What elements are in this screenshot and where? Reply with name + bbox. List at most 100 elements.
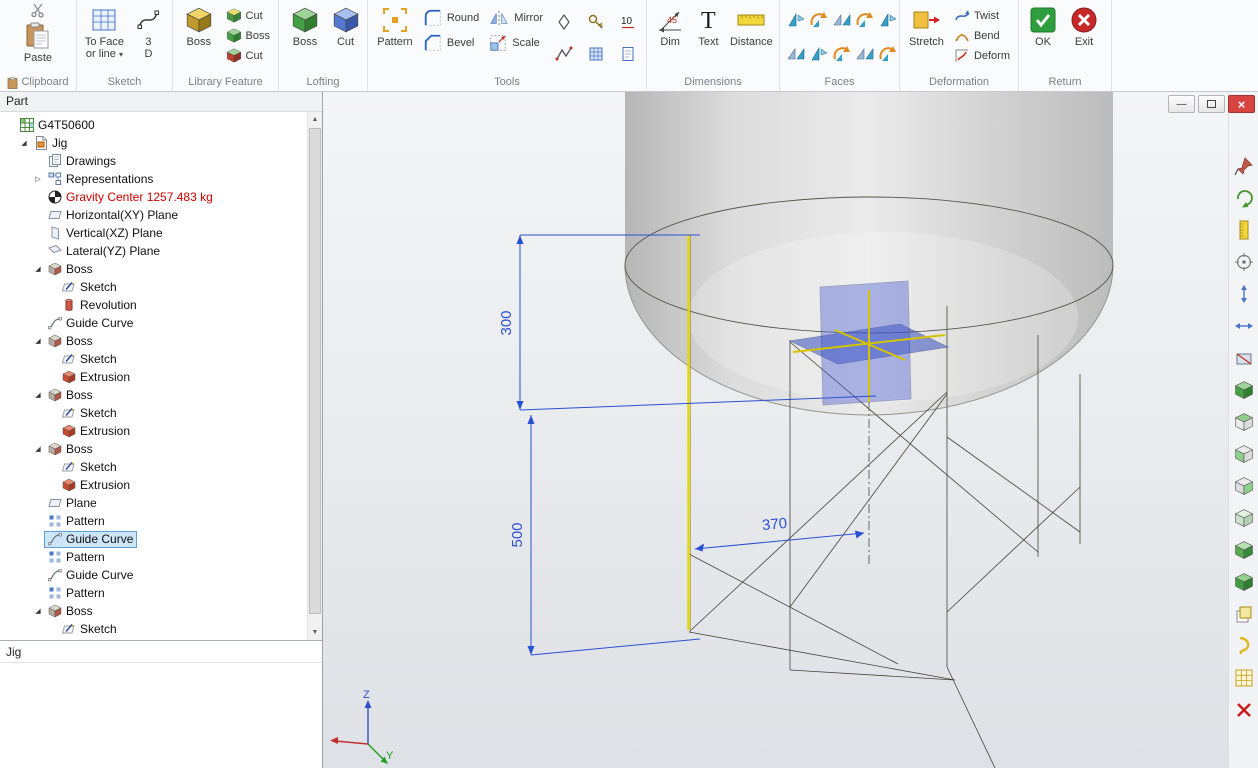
- tree-collapse-arrow-icon[interactable]: ◢: [32, 391, 44, 399]
- twist-button[interactable]: Twist: [951, 7, 1013, 24]
- bend-button[interactable]: Bend: [951, 27, 1013, 44]
- scroll-up-button[interactable]: ▲: [308, 112, 322, 127]
- scale-button[interactable]: Scale: [485, 34, 546, 51]
- key-icon[interactable]: [585, 11, 607, 33]
- pattern-button[interactable]: Pattern: [373, 2, 417, 48]
- view-cube-front-icon[interactable]: [1232, 442, 1256, 466]
- tree-item-gravity-center-1257-483-kg[interactable]: Gravity Center 1257.483 kg: [0, 188, 307, 206]
- tree-item-boss[interactable]: ◢Boss: [0, 332, 307, 350]
- tree-collapse-arrow-icon[interactable]: ◢: [32, 607, 44, 615]
- view-cube-solid-icon[interactable]: [1232, 378, 1256, 402]
- feature-tree[interactable]: G4T50600◢JigDrawings▷RepresentationsGrav…: [0, 112, 307, 640]
- shaded-cube-icon[interactable]: [1232, 570, 1256, 594]
- offset-face-icon[interactable]: [854, 9, 876, 31]
- scroll-down-button[interactable]: ▼: [308, 625, 322, 640]
- rotate-face-icon[interactable]: [831, 9, 853, 31]
- tree-item-extrusion[interactable]: Extrusion: [0, 368, 307, 386]
- tree-item-sketch[interactable]: Sketch: [0, 278, 307, 296]
- center-mark-icon[interactable]: [1232, 250, 1256, 274]
- delete-face-icon[interactable]: [808, 9, 830, 31]
- distance-button[interactable]: Distance: [729, 2, 774, 48]
- library-boss-button[interactable]: Boss: [178, 2, 220, 48]
- tree-item-pattern[interactable]: Pattern: [0, 548, 307, 566]
- tree-item-sketch[interactable]: Sketch: [0, 458, 307, 476]
- match-face-icon[interactable]: [831, 43, 853, 65]
- lofting-cut-button[interactable]: Cut: [329, 2, 362, 48]
- paste-button[interactable]: Paste: [15, 18, 61, 64]
- round-button[interactable]: Round: [420, 9, 482, 26]
- view-cube-iso-icon[interactable]: [1232, 506, 1256, 530]
- tree-item-pattern[interactable]: Pattern: [0, 512, 307, 530]
- dim-button[interactable]: 45 Dim: [652, 2, 688, 48]
- tree-expand-arrow-icon[interactable]: ▷: [32, 175, 44, 183]
- ruler-icon[interactable]: [1232, 218, 1256, 242]
- tree-scrollbar[interactable]: ▲ ▼: [307, 112, 322, 640]
- tree-item-vertical-xz-plane[interactable]: Vertical(XZ) Plane: [0, 224, 307, 242]
- replace-face-icon[interactable]: [877, 9, 899, 31]
- minimize-button[interactable]: —: [1168, 95, 1195, 113]
- grid-project-icon[interactable]: [585, 43, 607, 65]
- pin-icon[interactable]: [1232, 154, 1256, 178]
- tree-item-pattern[interactable]: Pattern: [0, 584, 307, 602]
- viewport-3d-scene[interactable]: 300 500 370 Z: [323, 92, 1258, 768]
- measure-horizontal-icon[interactable]: [1232, 314, 1256, 338]
- library-cut-button[interactable]: Cut: [223, 7, 273, 24]
- tree-collapse-arrow-icon[interactable]: ◢: [32, 337, 44, 345]
- scrollbar-thumb[interactable]: [309, 128, 321, 614]
- measure-vertical-icon[interactable]: [1232, 282, 1256, 306]
- delete-red-icon[interactable]: [1232, 698, 1256, 722]
- decimal-precision-icon[interactable]: 10: [617, 11, 639, 33]
- tree-collapse-arrow-icon[interactable]: ◢: [18, 139, 30, 147]
- tree-item-sketch[interactable]: Sketch: [0, 620, 307, 638]
- tree-item-plane[interactable]: Plane: [0, 494, 307, 512]
- layers-icon[interactable]: [1232, 602, 1256, 626]
- tree-item-drawings[interactable]: Drawings: [0, 152, 307, 170]
- view-cube-side-icon[interactable]: [1232, 474, 1256, 498]
- ok-button[interactable]: OK: [1024, 2, 1062, 48]
- tree-item-g4t50600[interactable]: G4T50600: [0, 116, 307, 134]
- tree-item-extrusion[interactable]: Extrusion: [0, 476, 307, 494]
- tree-item-lateral-yz-plane[interactable]: Lateral(YZ) Plane: [0, 242, 307, 260]
- snap-cube-icon[interactable]: [1232, 538, 1256, 562]
- tree-item-boss[interactable]: ◢Boss: [0, 260, 307, 278]
- tree-item-boss[interactable]: ◢Boss: [0, 386, 307, 404]
- tree-item-jig[interactable]: ◢Jig: [0, 134, 307, 152]
- split-face-icon[interactable]: [808, 43, 830, 65]
- maximize-button[interactable]: [1198, 95, 1225, 113]
- sketch-3d-button[interactable]: 3 D: [130, 2, 167, 60]
- pull-face-icon[interactable]: [785, 9, 807, 31]
- library-boss-small-button[interactable]: Boss: [223, 27, 273, 44]
- tree-item-guide-curve[interactable]: Guide Curve: [0, 566, 307, 584]
- text-button[interactable]: T Text: [691, 2, 725, 48]
- tree-item-extrusion[interactable]: Extrusion: [0, 422, 307, 440]
- tree-item-revolution[interactable]: Revolution: [0, 296, 307, 314]
- polyline-icon[interactable]: [553, 43, 575, 65]
- stretch-button[interactable]: Stretch: [905, 2, 948, 48]
- bevel-button[interactable]: Bevel: [420, 34, 482, 51]
- section-plane-icon[interactable]: [1232, 346, 1256, 370]
- tree-item-boss[interactable]: ◢Boss: [0, 602, 307, 620]
- shell-face-icon[interactable]: [877, 43, 899, 65]
- grid-snap-icon[interactable]: [1232, 666, 1256, 690]
- view-cube-top-icon[interactable]: [1232, 410, 1256, 434]
- tree-item-sketch[interactable]: Sketch: [0, 404, 307, 422]
- extend-face-icon[interactable]: [785, 43, 807, 65]
- tree-item-horizontal-xy-plane[interactable]: Horizontal(XY) Plane: [0, 206, 307, 224]
- lofting-boss-button[interactable]: Boss: [284, 2, 326, 48]
- sheet-project-icon[interactable]: [617, 43, 639, 65]
- patch-face-icon[interactable]: [854, 43, 876, 65]
- close-button[interactable]: ×: [1228, 95, 1255, 113]
- tree-collapse-arrow-icon[interactable]: ◢: [32, 445, 44, 453]
- exit-button[interactable]: Exit: [1065, 2, 1103, 48]
- tree-item-sketch[interactable]: Sketch: [0, 350, 307, 368]
- hook-curve-icon[interactable]: [1232, 634, 1256, 658]
- sketch-point-icon[interactable]: [553, 11, 575, 33]
- mirror-button[interactable]: Mirror: [485, 9, 546, 26]
- library-cut2-button[interactable]: Cut: [223, 47, 273, 64]
- 3d-viewport[interactable]: 300 500 370 Z: [323, 92, 1258, 768]
- tree-item-guide-curve[interactable]: Guide Curve: [0, 314, 307, 332]
- deform-button[interactable]: Deform: [951, 47, 1013, 64]
- to-face-or-line-button[interactable]: To Face or line ▾: [82, 2, 127, 61]
- tree-item-guide-curve[interactable]: Guide Curve: [0, 530, 307, 548]
- tree-item-representations[interactable]: ▷Representations: [0, 170, 307, 188]
